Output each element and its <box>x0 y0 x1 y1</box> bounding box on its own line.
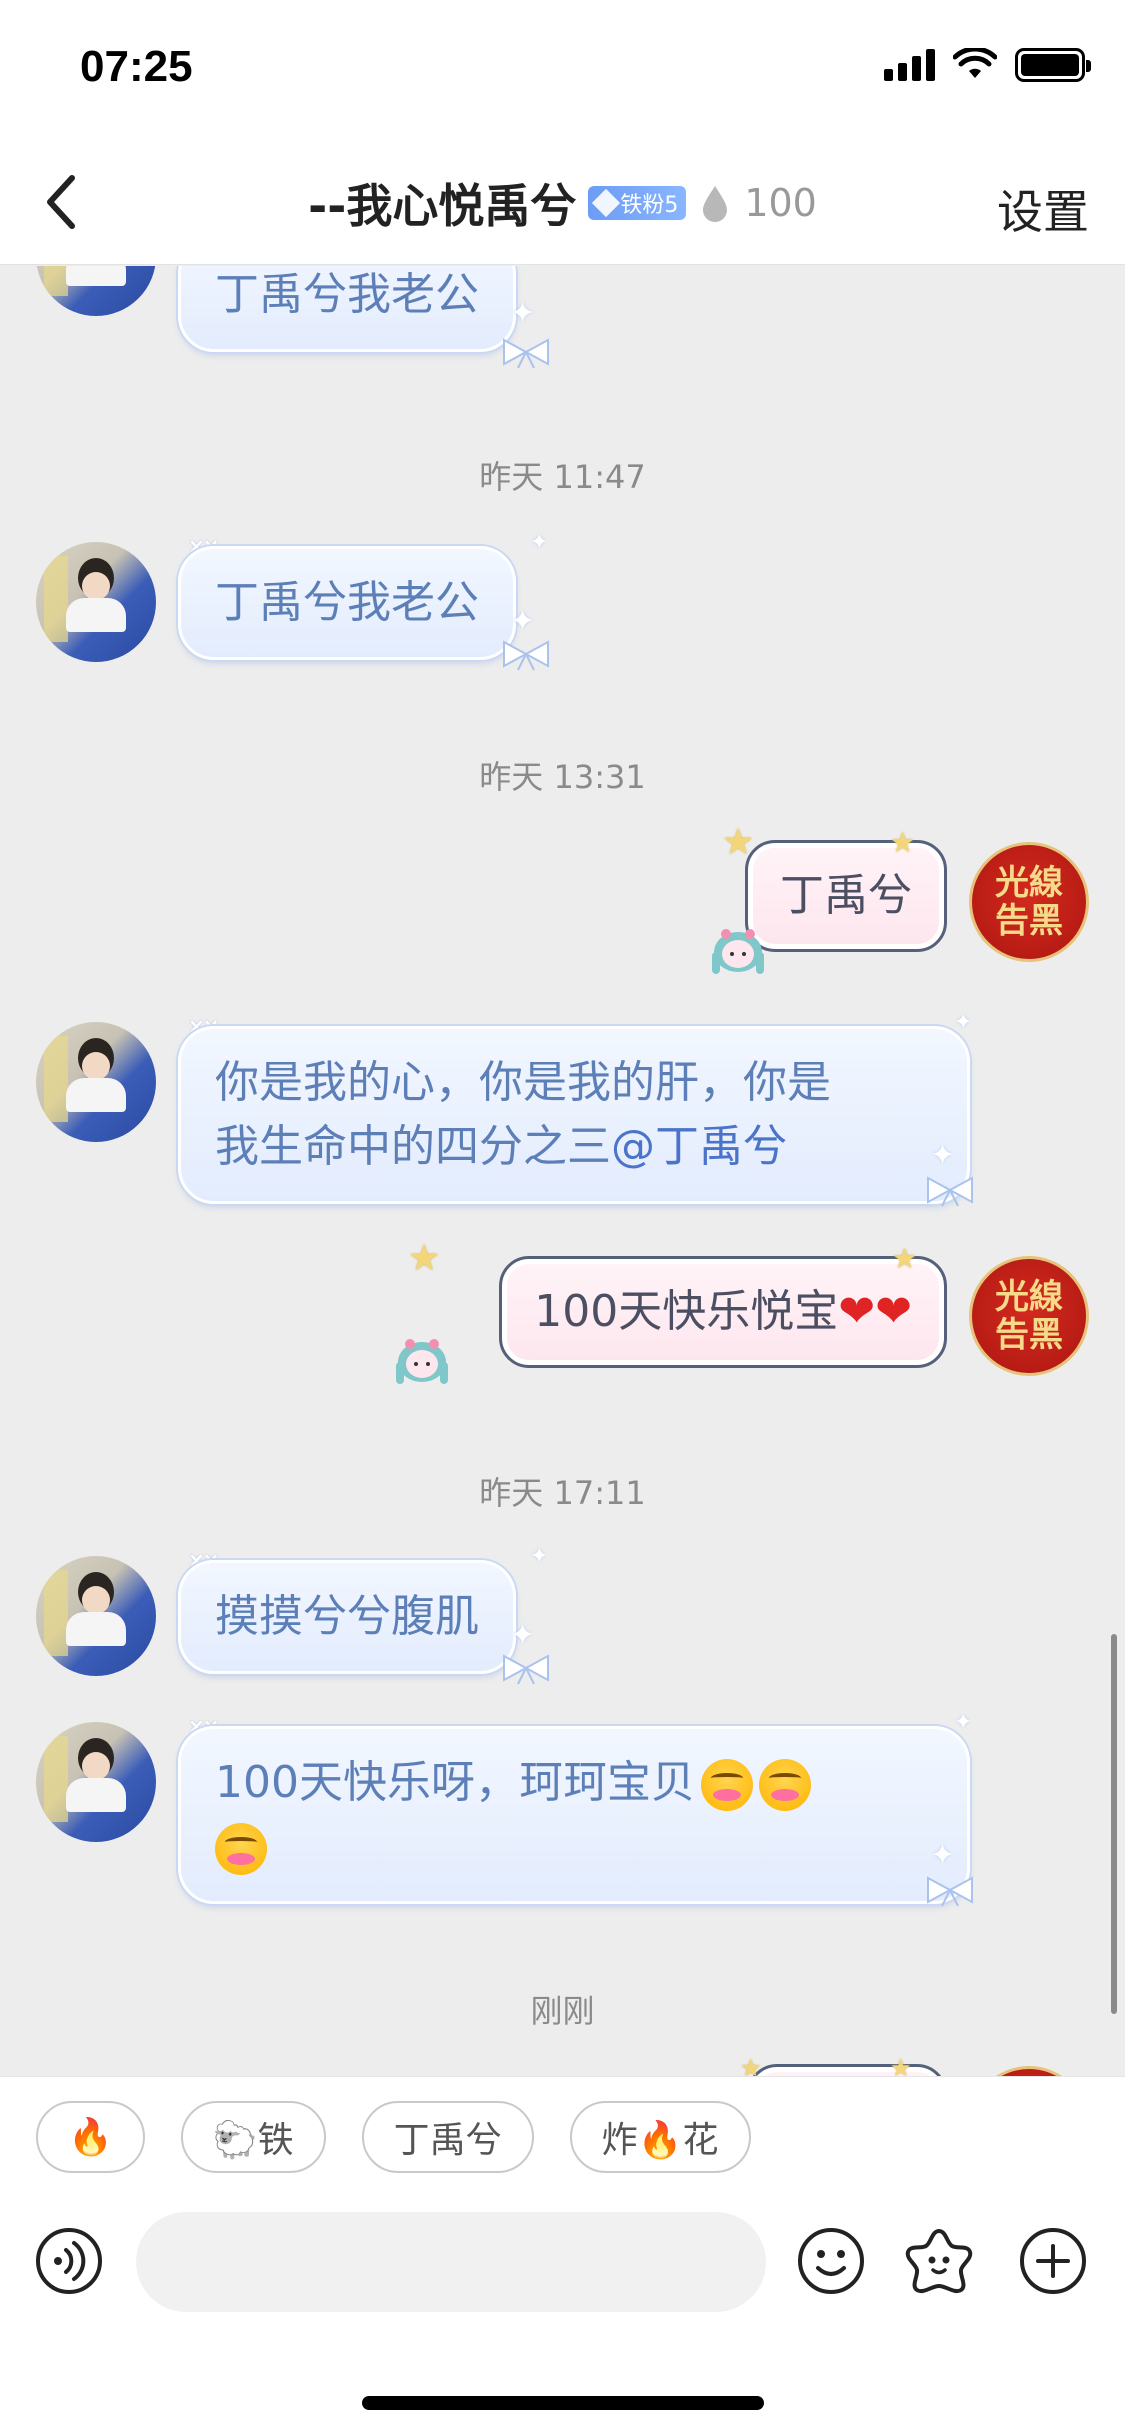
status-bar: 07:25 <box>0 0 1125 140</box>
sparkle-decoration-icon: ✦ <box>530 1544 549 1569</box>
heat-value: 100 <box>744 180 817 225</box>
avatar-text: 光線 <box>995 863 1063 903</box>
signal-icon <box>884 49 935 81</box>
fan-badge-label: 铁粉5 <box>620 192 679 218</box>
message-bubble[interactable]: 丁禹兮我老公 <box>178 266 516 352</box>
avatar[interactable]: 光線 告黑 <box>969 1256 1089 1376</box>
heart-emoji: ❤❤ <box>838 1286 912 1337</box>
fan-level-badge: 铁粉5 <box>588 185 687 220</box>
star-decoration-icon: ★ <box>890 2054 912 2076</box>
avatar[interactable] <box>36 1556 156 1676</box>
sparkle-decoration-icon: ✦ <box>930 1838 956 1873</box>
hugging-face-emoji <box>215 1823 267 1875</box>
chat-header: --我心悦禹兮 铁粉5 100 设置 <box>0 140 1125 265</box>
message-text: 我生命中的四分之三 <box>215 1121 611 1172</box>
star-decoration-icon: ★ <box>408 1238 441 1279</box>
hugging-face-emoji <box>758 1759 811 1811</box>
message-bubble[interactable] <box>747 2064 947 2076</box>
avatar[interactable]: 光線 告黑 <box>969 842 1089 962</box>
bow-decoration-icon <box>503 640 549 671</box>
quick-phrase-chip[interactable]: 🔥 <box>36 2100 145 2173</box>
sparkle-decoration-icon: ✦ <box>954 1010 973 1035</box>
wifi-icon <box>953 48 997 78</box>
timestamp: 刚刚 <box>530 1992 595 2030</box>
smile-icon[interactable] <box>796 2226 866 2296</box>
page-title: --我心悦禹兮 <box>308 178 577 233</box>
avatar[interactable] <box>36 1022 156 1142</box>
bow-decoration-icon <box>503 1654 549 1685</box>
sparkle-decoration-icon: ✦ <box>510 296 536 331</box>
message-bubble[interactable]: 100天快乐呀，珂珂宝贝 <box>178 1726 970 1904</box>
mention-link[interactable]: @丁禹兮 <box>611 1121 787 1172</box>
message-input[interactable] <box>136 2212 766 2312</box>
avatar[interactable] <box>36 1722 156 1842</box>
avatar[interactable] <box>969 2066 1089 2076</box>
message-text: 100天快乐呀，珂珂宝贝 <box>215 1757 695 1808</box>
message-bubble[interactable]: 摸摸兮兮腹肌 <box>178 1560 516 1674</box>
sparkle-decoration-icon: ✦ <box>510 604 536 639</box>
avatar[interactable] <box>36 542 156 662</box>
home-indicator[interactable] <box>362 2396 764 2410</box>
quick-phrase-chip[interactable]: 炸🔥花 <box>569 2100 751 2173</box>
plus-circle-icon[interactable] <box>1018 2226 1088 2296</box>
message-bubble[interactable]: 100天快乐悦宝❤❤ <box>499 1256 947 1368</box>
avatar-text: 告黑 <box>995 901 1063 941</box>
message-text: 丁禹兮我老公 <box>215 577 479 628</box>
message-text: 你是我的心，你是我的肝，你是 <box>215 1057 831 1108</box>
message-text-line <box>215 1815 933 1879</box>
message-text-line: 100天快乐呀，珂珂宝贝 <box>215 1751 933 1815</box>
message-text: 丁禹兮我老公 <box>215 269 479 320</box>
voice-icon[interactable] <box>34 2226 104 2296</box>
star-decoration-icon: ★ <box>890 826 916 859</box>
star-decoration-icon: ★ <box>722 822 755 863</box>
timestamp: 昨天 17:11 <box>479 1474 646 1512</box>
settings-button[interactable]: 设置 <box>997 176 1089 242</box>
header-title-group: --我心悦禹兮 铁粉5 100 <box>0 140 1125 265</box>
diamond-icon <box>592 188 621 217</box>
star-decoration-icon: ★ <box>740 2054 762 2076</box>
timestamp: 昨天 11:47 <box>479 458 646 496</box>
quick-phrase-bar: 🔥 🐑铁 丁禹兮 炸🔥花 <box>0 2076 1125 2196</box>
message-text: 100天快乐悦宝 <box>534 1286 839 1337</box>
star-flower-icon[interactable] <box>904 2226 974 2296</box>
bow-decoration-icon <box>927 1176 973 1207</box>
quick-phrase-chip[interactable]: 丁禹兮 <box>361 2100 534 2173</box>
sparkle-decoration-icon: ✦ <box>954 1710 973 1735</box>
scrollbar[interactable] <box>1111 1634 1117 2014</box>
bow-decoration-icon <box>927 1876 973 1907</box>
message-bubble[interactable]: 丁禹兮 <box>745 840 947 952</box>
hugging-face-emoji <box>700 1759 753 1811</box>
quick-phrase-chip[interactable]: 🐑铁 <box>180 2100 326 2173</box>
drop-icon <box>703 185 728 222</box>
battery-icon <box>1015 48 1091 82</box>
timestamp: 昨天 13:31 <box>479 758 646 796</box>
avatar-text: 告黑 <box>995 1315 1063 1355</box>
sparkle-decoration-icon: ✦ <box>930 1138 956 1173</box>
status-icons <box>884 48 1091 82</box>
sparkle-decoration-icon: ✦ <box>530 530 549 555</box>
avatar-text: 光線 <box>995 1277 1063 1317</box>
status-time: 07:25 <box>80 42 193 91</box>
bow-decoration-icon <box>503 338 549 369</box>
chibi-girl-decoration-icon <box>712 929 764 974</box>
message-text: 丁禹兮 <box>780 870 912 921</box>
avatar[interactable] <box>36 266 156 316</box>
message-bubble[interactable]: 你是我的心，你是我的肝，你是 我生命中的四分之三@丁禹兮 <box>178 1026 970 1204</box>
message-text: 摸摸兮兮腹肌 <box>215 1591 479 1642</box>
chibi-girl-decoration-icon <box>396 1339 448 1384</box>
star-decoration-icon: ★ <box>892 1242 918 1275</box>
message-text-line: 我生命中的四分之三@丁禹兮 <box>215 1115 933 1179</box>
chat-message-list[interactable]: 丁禹兮我老公 ✦ 昨天 11:47 ×× 丁禹兮我老公 ✦ ✦ 昨天 13:31… <box>0 266 1125 2076</box>
sparkle-decoration-icon: ✦ <box>510 1618 536 1653</box>
message-bubble[interactable]: 丁禹兮我老公 <box>178 546 516 660</box>
